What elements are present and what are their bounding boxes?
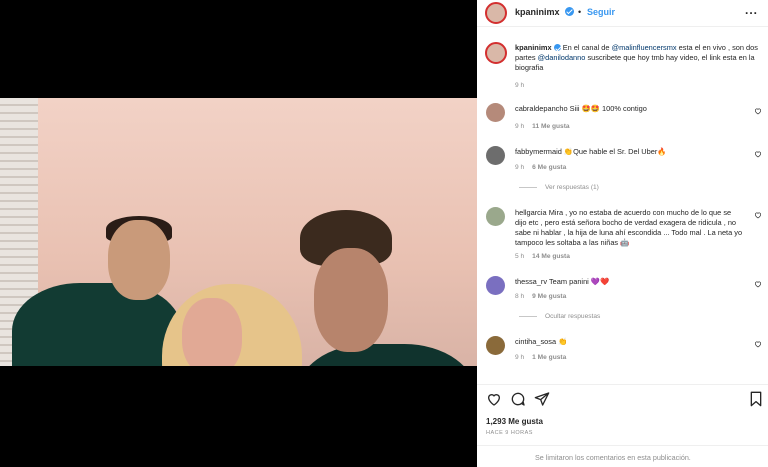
more-icon[interactable]: ... <box>745 3 758 17</box>
post-photo[interactable] <box>0 98 477 366</box>
comment-avatar[interactable] <box>486 146 505 165</box>
comment-text: cabraldepancho Siii 🤩🤩 100% contigo <box>515 104 745 114</box>
comment-text: thessa_rv Team panini 💜❤️ <box>515 277 745 287</box>
person-middle-head <box>182 298 242 366</box>
separator-dot: • <box>578 7 582 17</box>
comment-likes[interactable]: 1 Me gusta <box>532 354 566 361</box>
caption-text: kpaninimx En el canal de @malinfluencers… <box>515 43 763 73</box>
comment-text: fabbymermaid 👏Que hable el Sr. Del Uber🔥 <box>515 147 745 157</box>
comment-time[interactable]: 9 h <box>515 354 524 361</box>
comment-avatar[interactable] <box>486 336 505 355</box>
comment-meta: 9 h 11 Me gusta <box>515 123 570 130</box>
comment-text: hellgarcia Mira , yo no estaba de acuerd… <box>515 208 743 248</box>
person-right-head <box>314 248 388 352</box>
comment-meta: 5 h 14 Me gusta <box>515 253 570 260</box>
caption-verified-icon <box>553 44 561 51</box>
comment-heart-icon[interactable] <box>754 107 762 115</box>
verified-icon <box>565 7 574 16</box>
caption-time[interactable]: 9 h <box>515 82 524 89</box>
comment-likes[interactable]: 9 Me gusta <box>532 293 566 300</box>
comment-text: cintiha_sosa 👏 <box>515 337 745 347</box>
post-actions: 1,293 Me gusta HACE 9 HORAS Se limitaron… <box>477 384 768 467</box>
comment-meta: 9 h 1 Me gusta <box>515 354 566 361</box>
comment-icon[interactable] <box>510 391 526 407</box>
comment-likes[interactable]: 6 Me gusta <box>532 164 566 171</box>
comment-username[interactable]: fabbymermaid <box>515 147 562 156</box>
comment-time[interactable]: 5 h <box>515 253 524 260</box>
comment-heart-icon[interactable] <box>754 150 762 158</box>
comment-meta: 8 h 9 Me gusta <box>515 293 566 300</box>
author-username[interactable]: kpaninimx <box>515 7 560 17</box>
comment-likes[interactable]: 11 Me gusta <box>532 123 569 130</box>
comment-username[interactable]: cabraldepancho <box>515 104 568 113</box>
comment-body: Team panini 💜❤️ <box>548 277 610 286</box>
comment-body: 👏Que hable el Sr. Del Uber🔥 <box>563 147 667 156</box>
comment-time[interactable]: 9 h <box>515 123 524 130</box>
person-left-head <box>108 220 170 300</box>
comment-username[interactable]: hellgarcia <box>515 208 547 217</box>
post-side-panel: kpaninimx • Seguir ... kpaninimx En el c… <box>477 0 768 467</box>
comment-avatar[interactable] <box>486 103 505 122</box>
person-left-body <box>12 283 182 366</box>
comment-avatar[interactable] <box>486 207 505 226</box>
comment-heart-icon[interactable] <box>754 211 762 219</box>
comment-likes[interactable]: 14 Me gusta <box>532 253 570 260</box>
hide-replies-button[interactable]: Ocultar respuestas <box>519 313 600 320</box>
comment-time[interactable]: 9 h <box>515 164 524 171</box>
comment-body: Siii 🤩🤩 100% contigo <box>569 104 647 113</box>
comment-time[interactable]: 8 h <box>515 293 524 300</box>
caption-avatar[interactable] <box>485 42 507 64</box>
view-replies-button[interactable]: Ver respuestas (1) <box>519 184 599 191</box>
comment-username[interactable]: cintiha_sosa <box>515 337 556 346</box>
author-avatar[interactable] <box>485 2 507 24</box>
heart-icon[interactable] <box>486 391 502 407</box>
comments-limited-text: Se limitaron los comentarios en esta pub… <box>535 453 691 462</box>
post-header: kpaninimx • Seguir ... <box>477 0 768 27</box>
bookmark-icon[interactable] <box>748 391 764 407</box>
follow-button[interactable]: Seguir <box>587 7 615 17</box>
instagram-post-viewer: kpaninimx • Seguir ... kpaninimx En el c… <box>0 0 768 467</box>
comments-limited-notice: Se limitaron los comentarios en esta pub… <box>477 445 768 467</box>
likes-count[interactable]: 1,293 Me gusta <box>486 417 543 426</box>
share-icon[interactable] <box>534 391 550 407</box>
comment-username[interactable]: thessa_rv <box>515 277 547 286</box>
comment-body: 👏 <box>558 337 568 346</box>
caption-part1: En el canal de <box>562 43 610 52</box>
caption-mention-1[interactable]: @malinfluencersmx <box>612 43 677 52</box>
comment-heart-icon[interactable] <box>754 340 762 348</box>
comment-body: Mira , yo no estaba de acuerdo con mucho… <box>515 208 743 247</box>
caption-mention-2[interactable]: @danilodanno <box>538 53 586 62</box>
posted-ago[interactable]: HACE 9 HORAS <box>486 430 533 436</box>
caption-username[interactable]: kpaninimx <box>515 43 552 52</box>
comment-heart-icon[interactable] <box>754 280 762 288</box>
post-media <box>0 0 477 467</box>
comment-avatar[interactable] <box>486 276 505 295</box>
comment-meta: 9 h 6 Me gusta <box>515 164 566 171</box>
person-right-body <box>296 344 477 366</box>
